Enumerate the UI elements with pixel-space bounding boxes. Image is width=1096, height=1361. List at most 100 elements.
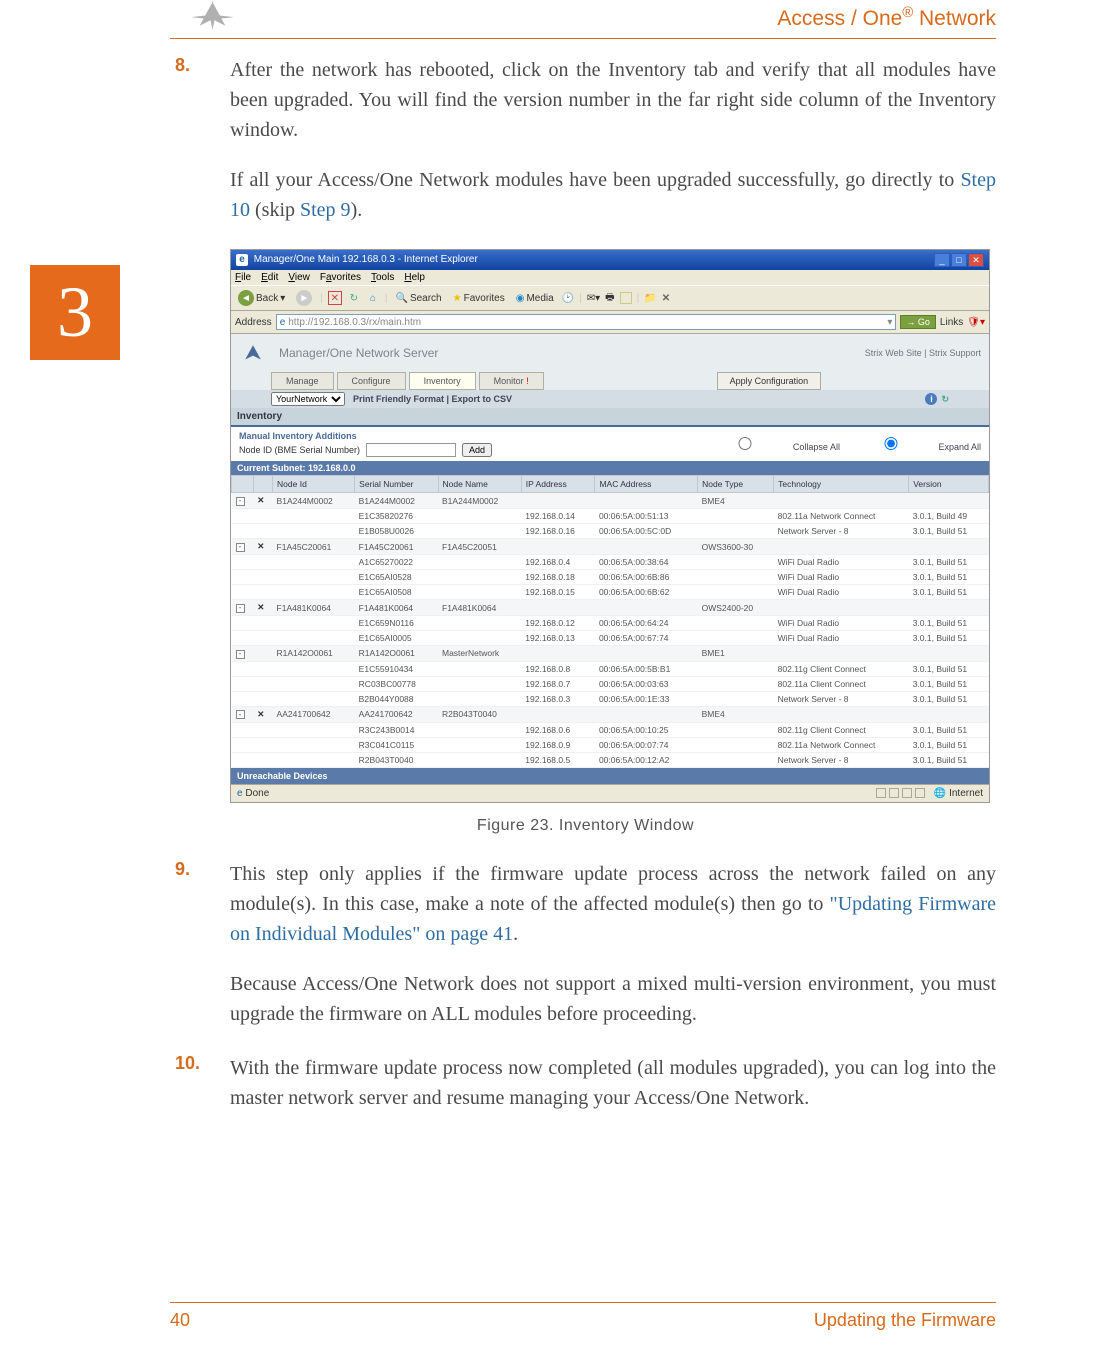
minimize-button[interactable]: _ xyxy=(934,253,950,267)
delete-icon[interactable]: ✕ xyxy=(257,541,264,551)
table-row[interactable]: E1C55910434192.168.0.800:06:5A:00:5B:B18… xyxy=(232,661,989,676)
norton-icon[interactable]: 🛡▾ xyxy=(967,317,985,328)
table-row[interactable]: R3C243B0014192.168.0.600:06:5A:00:10:258… xyxy=(232,722,989,737)
table-row[interactable]: E1C65AI0508192.168.0.1500:06:5A:00:6B:62… xyxy=(232,585,989,600)
inventory-table: Node IdSerial NumberNode NameIP AddressM… xyxy=(231,475,989,768)
home-icon[interactable]: ⌂ xyxy=(366,291,380,305)
collapse-all-radio[interactable]: Collapse All xyxy=(700,437,840,452)
history-icon[interactable]: 🕑 xyxy=(562,293,574,304)
table-row[interactable]: RC03BC00778192.168.0.700:06:5A:00:03:638… xyxy=(232,676,989,691)
print-icon[interactable]: 🖶 xyxy=(605,290,614,307)
mail-icon[interactable]: ✉▾ xyxy=(587,293,600,304)
edit-icon[interactable] xyxy=(620,292,632,304)
subnet-header[interactable]: Current Subnet: 192.168.0.0 xyxy=(231,461,989,475)
network-select[interactable]: YourNetwork xyxy=(271,392,345,406)
menu-view[interactable]: View xyxy=(288,272,310,283)
table-row[interactable]: R3C041C0115192.168.0.900:06:5A:00:07:748… xyxy=(232,737,989,752)
status-bar: e Done 🌐 Internet xyxy=(231,784,989,802)
expand-icon[interactable]: - xyxy=(236,650,245,659)
step-9: 9. This step only applies if the firmwar… xyxy=(175,859,996,1029)
menu-tools[interactable]: Tools xyxy=(371,272,394,283)
table-row[interactable]: -✕F1A45C20061F1A45C20061F1A45C20051OWS36… xyxy=(232,539,989,555)
delete-icon[interactable]: ✕ xyxy=(257,602,264,612)
expand-icon[interactable]: - xyxy=(236,497,245,506)
inventory-window-screenshot: e Manager/One Main 192.168.0.3 - Interne… xyxy=(230,249,990,803)
delete-icon[interactable]: ✕ xyxy=(257,709,264,719)
forward-button[interactable]: ► xyxy=(293,289,315,307)
table-row[interactable]: -✕AA241700642AA241700642R2B043T0040BME4 xyxy=(232,706,989,722)
strix-logo-icon xyxy=(190,0,235,35)
favorites-button[interactable]: ★Favorites xyxy=(450,292,508,305)
refresh-icon[interactable]: ↻ xyxy=(347,291,361,305)
link-step9[interactable]: Step 9 xyxy=(300,199,351,221)
add-button[interactable]: Add xyxy=(462,443,492,457)
internet-zone-icon: 🌐 xyxy=(934,788,946,799)
media-icon: ◉ xyxy=(516,293,525,304)
table-row[interactable]: E1B058U0026192.168.0.1600:06:5A:00:5C:0D… xyxy=(232,524,989,539)
footer-section: Updating the Firmware xyxy=(814,1310,996,1331)
back-button[interactable]: ◄ Back ▾ xyxy=(235,289,288,307)
app-title: Manager/One Network Server xyxy=(279,346,438,360)
search-icon: 🔍 xyxy=(395,293,407,304)
folder-icon[interactable]: 📁 xyxy=(644,293,656,304)
tab-inventory[interactable]: Inventory xyxy=(409,372,476,390)
expand-icon[interactable]: - xyxy=(236,543,245,552)
refresh-app-icon[interactable]: ↻ xyxy=(941,394,949,405)
tab-configure[interactable]: Configure xyxy=(337,372,406,390)
unreachable-header[interactable]: Unreachable Devices xyxy=(231,768,989,784)
table-header xyxy=(232,476,254,493)
node-id-input[interactable] xyxy=(366,443,456,457)
delete-icon[interactable]: ✕ xyxy=(257,495,264,505)
tab-manage[interactable]: Manage xyxy=(271,372,334,390)
media-button[interactable]: ◉Media xyxy=(513,292,557,305)
status-zone: Internet xyxy=(949,788,983,799)
step-8-p2: If all your Access/One Network modules h… xyxy=(230,165,996,225)
table-header: Serial Number xyxy=(355,476,438,493)
footer-rule xyxy=(170,1302,996,1303)
table-row[interactable]: E1C659N0116192.168.0.1200:06:5A:00:64:24… xyxy=(232,616,989,631)
menu-edit[interactable]: Edit xyxy=(261,272,278,283)
apply-config-button[interactable]: Apply Configuration xyxy=(717,372,822,390)
go-button[interactable]: → Go xyxy=(900,315,936,329)
table-header: Node Id xyxy=(273,476,355,493)
table-header: Node Name xyxy=(438,476,521,493)
page-number: 40 xyxy=(170,1310,190,1331)
menu-help[interactable]: Help xyxy=(404,272,425,283)
menu-file[interactable]: File xyxy=(235,272,251,283)
table-row[interactable]: E1C35820276192.168.0.1400:06:5A:00:51:13… xyxy=(232,509,989,524)
header-rule xyxy=(170,38,996,39)
table-header: Version xyxy=(909,476,989,493)
sub-toolbar: YourNetwork Print Friendly Format | Expo… xyxy=(231,390,989,408)
table-row[interactable]: -R1A142O0061R1A142O0061MasterNetworkBME1 xyxy=(232,646,989,662)
table-row[interactable]: E1C65AI0528192.168.0.1800:06:5A:00:6B:86… xyxy=(232,570,989,585)
print-export-links[interactable]: Print Friendly Format | Export to CSV xyxy=(353,394,512,404)
step-8-p1: After the network has rebooted, click on… xyxy=(230,55,996,145)
table-row[interactable]: R2B043T0040192.168.0.500:06:5A:00:12:A2N… xyxy=(232,752,989,767)
app-links[interactable]: Strix Web Site | Strix Support xyxy=(865,348,981,358)
address-input[interactable]: ehttp://192.168.0.3/rx/main.htm ▾ xyxy=(276,314,897,330)
links-label[interactable]: Links xyxy=(940,317,963,328)
table-row[interactable]: A1C65270022192.168.0.400:06:5A:00:38:64W… xyxy=(232,555,989,570)
expand-all-radio[interactable]: Expand All xyxy=(846,437,981,452)
search-button[interactable]: 🔍Search xyxy=(392,292,444,305)
expand-icon[interactable]: - xyxy=(236,604,245,613)
table-header: Technology xyxy=(774,476,909,493)
table-row[interactable]: -✕F1A481K0064F1A481K0064F1A481K0064OWS24… xyxy=(232,600,989,616)
info-icon[interactable]: i xyxy=(925,393,937,405)
close-button[interactable]: ✕ xyxy=(968,253,984,267)
table-row[interactable]: B2B044Y0088192.168.0.300:06:5A:00:1E:33N… xyxy=(232,691,989,706)
tab-monitor[interactable]: Monitor ! xyxy=(479,372,544,390)
browser-toolbar: ◄ Back ▾ ► | ✕ ↻ ⌂ | 🔍Search ★Favorites … xyxy=(231,285,989,311)
table-row[interactable]: E1C65AI0005192.168.0.1300:06:5A:00:67:74… xyxy=(232,631,989,646)
table-header: Node Type xyxy=(698,476,774,493)
menu-favorites[interactable]: Favorites xyxy=(320,272,361,283)
strix-small-logo-icon xyxy=(239,340,267,366)
expand-icon[interactable]: - xyxy=(236,710,245,719)
table-row[interactable]: -✕B1A244M0002B1A244M0002B1A244M0002BME4 xyxy=(232,493,989,509)
step-10: 10. With the firmware update process now… xyxy=(175,1053,996,1113)
stop-icon[interactable]: ✕ xyxy=(328,291,342,305)
inventory-title: Inventory xyxy=(231,408,989,425)
maximize-button[interactable]: □ xyxy=(951,253,967,267)
block-icon[interactable]: ✕ xyxy=(662,293,670,304)
app-header: Manager/One Network Server Strix Web Sit… xyxy=(231,334,989,372)
